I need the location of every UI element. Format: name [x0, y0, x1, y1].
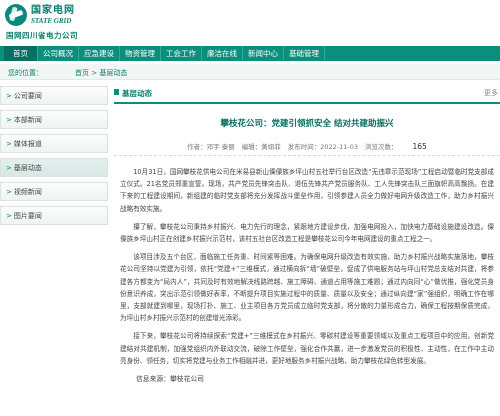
nav-item-news[interactable]: 新闻中心: [243, 46, 284, 61]
article-views: 165: [412, 141, 427, 151]
article-body: 10月31日，国网攀枝花供电公司在米易县新山傈僳族乡坪山村五社举行台区改造“无违…: [114, 166, 500, 383]
article-author: 作者：邓宇 秦丽: [187, 143, 235, 151]
chevron-right-icon: >: [6, 163, 12, 172]
state-grid-logo[interactable]: 国家电网 STATE GRID: [5, 4, 75, 26]
article-editor: 编辑：黄翊菲: [241, 143, 281, 151]
sidebar-item-grassroots[interactable]: > 基层动态: [0, 158, 108, 177]
breadcrumb-separator: >: [89, 69, 100, 77]
breadcrumb-current-link[interactable]: 基层动态: [99, 69, 127, 77]
chevron-right-icon: >: [6, 115, 12, 124]
breadcrumb-label: 您的位置：: [8, 69, 43, 77]
site-header: 国家电网 STATE GRID 国网四川省电力公司: [0, 0, 500, 45]
nav-item-basic-mgmt[interactable]: 基础管理: [284, 46, 325, 61]
sidebar-item-photo-news[interactable]: > 图片要闻: [0, 206, 108, 225]
article-meta: 作者：邓宇 秦丽 编辑：黄翊菲 发布时间：2022-11-03 浏览次数： 16…: [114, 141, 500, 156]
sidebar-item-label: 基层动态: [13, 163, 42, 172]
main-nav: 首页 公司概况 应急建设 物资管理 工会工作 廉洁在线 新闻中心 基础管理: [0, 46, 500, 61]
sidebar-item-label: 公司要闻: [13, 91, 42, 100]
nav-item-home[interactable]: 首页: [4, 46, 38, 61]
logo-icon: [5, 4, 27, 26]
company-name: 国网四川省电力公司: [6, 31, 78, 40]
logo-text: 国家电网 STATE GRID: [31, 4, 75, 25]
sidebar-item-label: 视频新闻: [13, 187, 42, 196]
nav-item-materials[interactable]: 物资管理: [120, 46, 161, 61]
panel-header: 基层动态 更多: [114, 86, 500, 104]
sidebar-item-label: 媒体报道: [13, 139, 42, 148]
sidebar-item-hq-news[interactable]: > 本部新闻: [0, 110, 108, 129]
article-paragraph: 攥了解，攀枝花公司秉持乡村振兴、电力先行的理念，紧跟地方建设步伐，加强电网投入，…: [120, 222, 494, 244]
sidebar-item-label: 本部新闻: [13, 115, 42, 124]
breadcrumb-path: 首页 > 基层动态: [75, 68, 127, 78]
sidebar-item-label: 图片要闻: [13, 211, 42, 220]
nav-item-integrity[interactable]: 廉洁在线: [202, 46, 243, 61]
chevron-right-icon: >: [6, 139, 12, 148]
article-time: 发布时间：2022-11-03: [287, 143, 359, 151]
sidebar-item-video[interactable]: > 视频新闻: [0, 182, 108, 201]
more-link[interactable]: 更多: [484, 88, 498, 98]
nav-item-emergency[interactable]: 应急建设: [79, 46, 120, 61]
nav-item-union[interactable]: 工会工作: [161, 46, 202, 61]
article-source: 信息来源：攀枝花公司: [136, 375, 204, 384]
article-views-label: 浏览次数：: [365, 143, 398, 151]
article-paragraph: 10月31日，国网攀枝花供电公司在米易县新山傈僳族乡坪山村五社举行台区改造“无违…: [120, 168, 494, 213]
article-paragraph: 接下来，攀枝花公司将持续探索“党建+”三维模式在乡村振兴、零碳村建设等重要领域以…: [120, 332, 494, 365]
sidebar-item-media[interactable]: > 媒体报道: [0, 134, 108, 153]
breadcrumb-home-link[interactable]: 首页: [75, 69, 89, 77]
chevron-right-icon: >: [6, 211, 12, 220]
chevron-right-icon: >: [6, 91, 12, 100]
article-title: 攀枝花公司：党建引领抓安全 结对共建助振兴: [220, 119, 394, 129]
nav-item-overview[interactable]: 公司概况: [38, 46, 79, 61]
chevron-right-icon: >: [6, 187, 12, 196]
sidebar-item-company-news[interactable]: > 公司要闻: [0, 86, 108, 105]
sidebar: > 公司要闻 > 本部新闻 > 媒体报道 > 基层动态 > 视频新闻 > 图片要…: [0, 86, 108, 230]
logo-cn: 国家电网: [31, 4, 75, 16]
article-panel: 基层动态 更多 攀枝花公司：党建引领抓安全 结对共建助振兴 作者：邓宇 秦丽 编…: [114, 86, 500, 416]
logo-en: STATE GRID: [31, 16, 72, 25]
breadcrumb: 您的位置： 首页 > 基层动态: [0, 64, 500, 80]
panel-tab[interactable]: 基层动态: [114, 88, 152, 99]
article-paragraph: 该项目涉及五个台区，面临施工任务重、时间紧等困难。为确保电网升级改造有效实施，助…: [120, 253, 494, 323]
